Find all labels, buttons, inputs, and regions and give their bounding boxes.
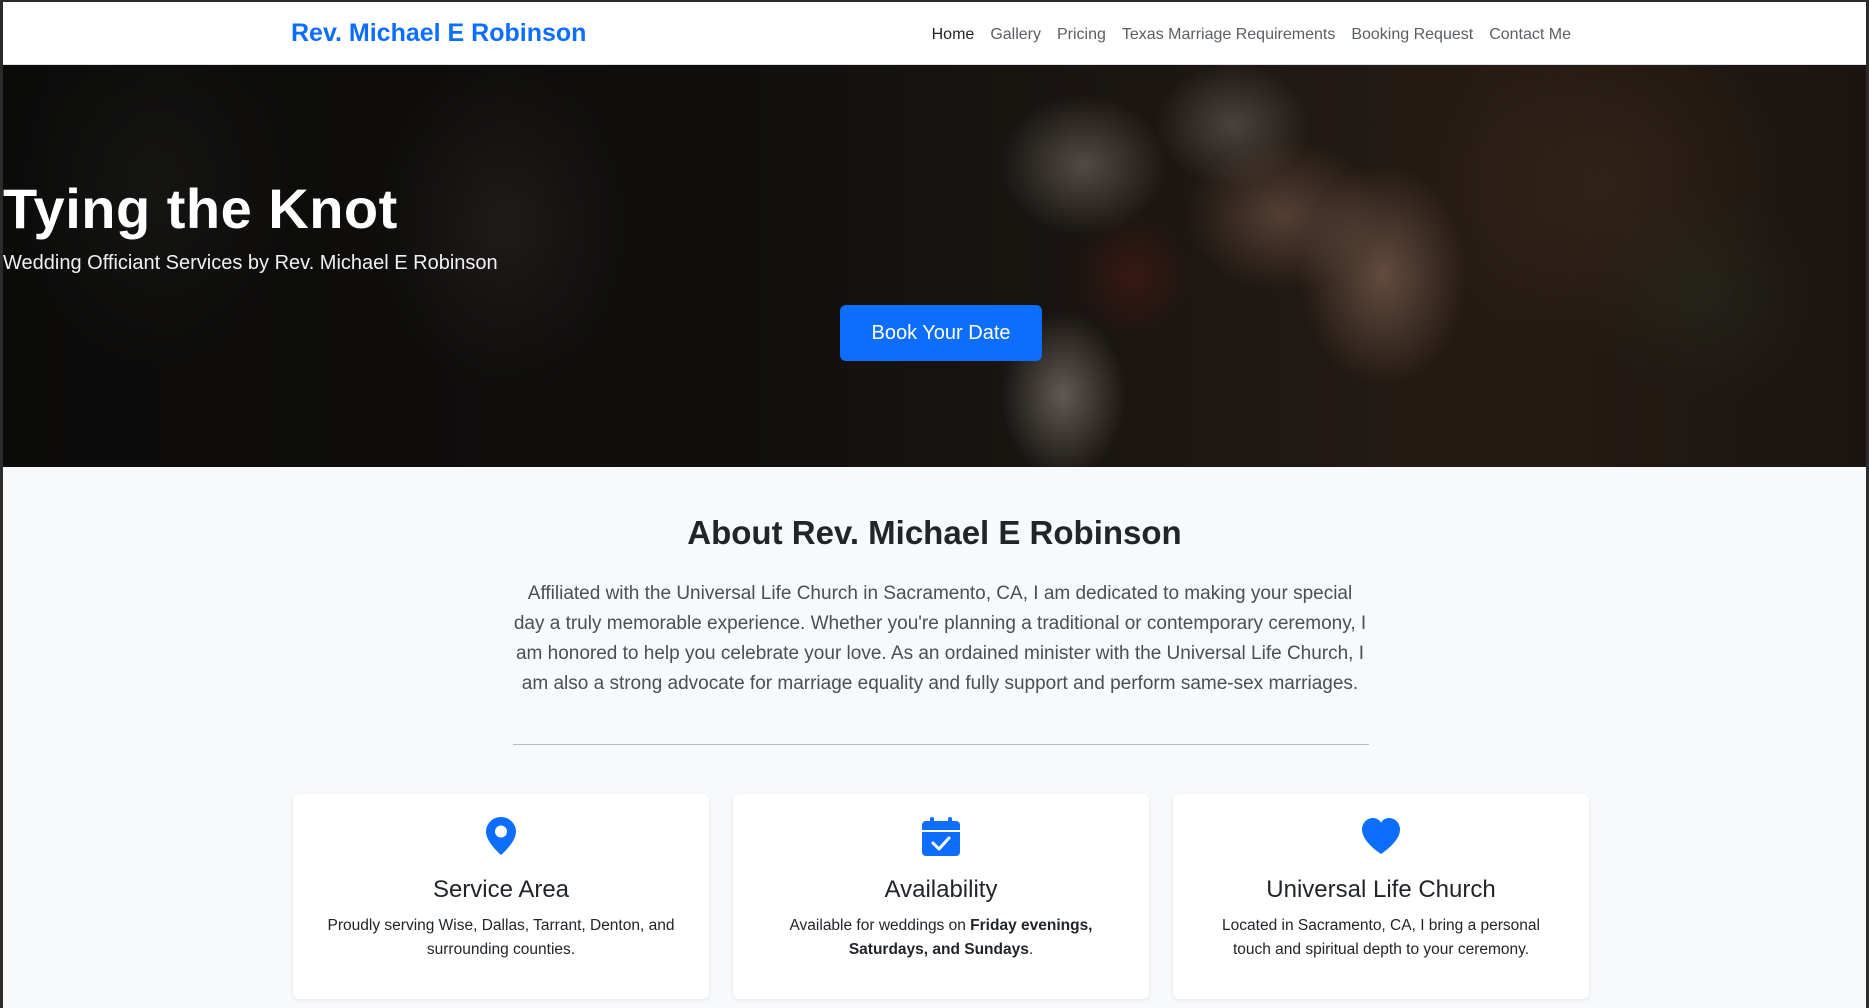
hero-section: Tying the Knot Wedding Officiant Service… — [3, 65, 1866, 467]
calendar-check-icon — [733, 816, 1149, 860]
nav-link-gallery[interactable]: Gallery — [982, 26, 1049, 44]
card-text: Proudly serving Wise, Dallas, Tarrant, D… — [327, 917, 675, 958]
browser-viewport: Rev. Michael E Robinson Home Gallery Pri… — [0, 0, 1869, 1008]
service-area-card: Service Area Proudly serving Wise, Dalla… — [293, 794, 709, 999]
nav-link-contact-me[interactable]: Contact Me — [1481, 26, 1579, 44]
hero-subtitle: Wedding Officiant Services by Rev. Micha… — [3, 252, 498, 274]
book-your-date-button[interactable]: Book Your Date — [840, 305, 1042, 361]
card-text: Available for weddings on Friday evening… — [761, 914, 1121, 962]
card-title: Availability — [884, 876, 998, 903]
about-heading: About Rev. Michael E Robinson — [687, 514, 1182, 551]
card-text-part: . — [1028, 941, 1034, 958]
universal-life-church-card: Universal Life Church Located in Sacrame… — [1173, 794, 1589, 999]
heart-icon — [1173, 816, 1589, 860]
card-title: Universal Life Church — [1266, 876, 1496, 903]
nav-link-pricing[interactable]: Pricing — [1049, 26, 1114, 44]
card-text: Located in Sacramento, CA, I bring a per… — [1222, 917, 1540, 958]
card-title: Service Area — [432, 876, 570, 903]
navbar: Rev. Michael E Robinson Home Gallery Pri… — [3, 2, 1866, 65]
availability-card: Availability Available for weddings on F… — [733, 794, 1149, 999]
nav-menu: Home Gallery Pricing Texas Marriage Requ… — [924, 26, 1579, 44]
nav-link-home[interactable]: Home — [924, 26, 983, 44]
section-divider — [513, 744, 1369, 745]
about-text: Affiliated with the Universal Life Churc… — [513, 583, 1367, 694]
hero-title: Tying the Knot — [3, 177, 398, 240]
nav-link-texas-marriage-requirements[interactable]: Texas Marriage Requirements — [1114, 26, 1343, 44]
card-text-part: Available for weddings on — [789, 917, 971, 934]
map-pin-icon — [293, 816, 709, 860]
brand-logo[interactable]: Rev. Michael E Robinson — [291, 19, 586, 48]
nav-link-booking-request[interactable]: Booking Request — [1343, 26, 1481, 44]
